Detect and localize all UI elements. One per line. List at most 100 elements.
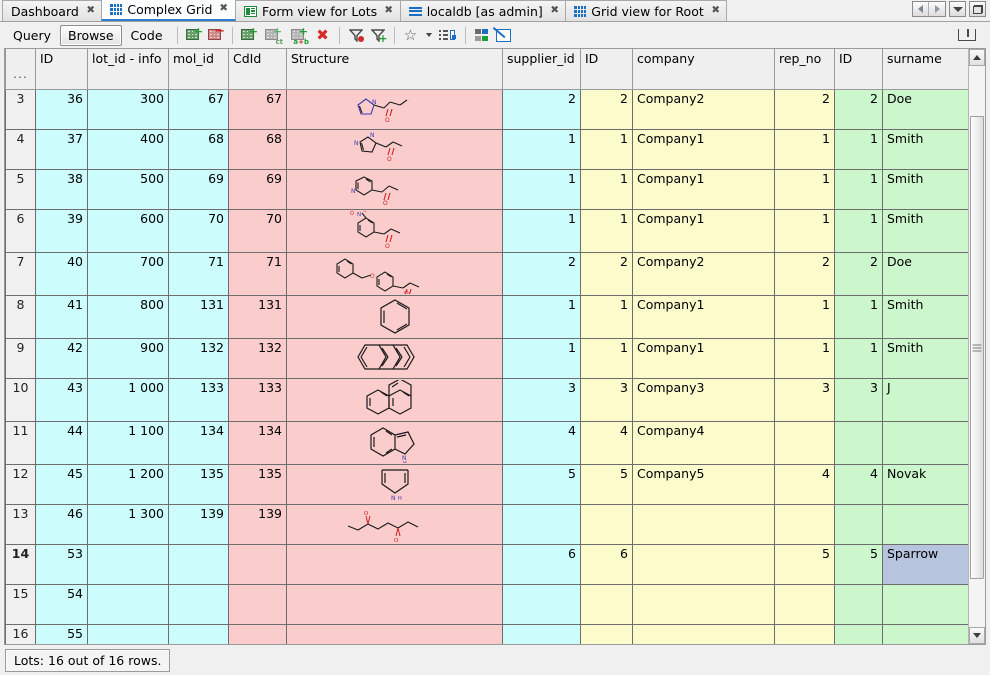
close-icon[interactable]: ✖ — [220, 4, 229, 14]
add-row-button[interactable]: + — [183, 25, 205, 46]
cell-id[interactable]: 55 — [36, 624, 88, 644]
column-header-lot_id[interactable]: lot_id - info — [88, 49, 169, 89]
cell-mol_id[interactable]: 132 — [169, 338, 229, 378]
row-number[interactable]: 12 — [6, 464, 36, 504]
table-row[interactable]: 5385006969NO11Company111Smith — [6, 169, 969, 209]
mode-code-button[interactable]: Code — [124, 26, 170, 45]
cell-rep_id[interactable] — [835, 421, 883, 464]
row-number[interactable]: 4 — [6, 129, 36, 169]
cell-supplier_id[interactable]: 1 — [503, 209, 581, 252]
cell-company[interactable] — [633, 584, 775, 624]
cell-lot_id[interactable]: 400 — [88, 129, 169, 169]
cell-mol_id[interactable]: 68 — [169, 129, 229, 169]
cell-rep_no[interactable]: 1 — [775, 295, 835, 338]
cell-structure[interactable]: NH — [287, 464, 503, 504]
cell-id[interactable]: 45 — [36, 464, 88, 504]
table-row[interactable]: 7407007171OO22Company222Doe — [6, 252, 969, 295]
cell-cdid[interactable]: 132 — [229, 338, 287, 378]
close-icon[interactable]: ✖ — [550, 6, 559, 16]
vertical-scrollbar[interactable] — [968, 49, 985, 644]
cell-surname[interactable]: Sparrow — [883, 544, 969, 584]
cell-rep_id[interactable]: 2 — [835, 252, 883, 295]
cell-structure[interactable]: OO — [287, 252, 503, 295]
add-text-column-button[interactable]: + a+b — [286, 25, 312, 46]
cell-company[interactable]: Company1 — [633, 129, 775, 169]
cell-mol_id[interactable] — [169, 544, 229, 584]
cell-rep_id[interactable]: 5 — [835, 544, 883, 584]
add-calculated-column-button[interactable]: + ct — [260, 25, 286, 46]
cell-lot_id[interactable]: 1 200 — [88, 464, 169, 504]
table-row[interactable]: 1655 — [6, 624, 969, 644]
delete-row-button[interactable]: − — [205, 25, 227, 46]
cell-id[interactable]: 44 — [36, 421, 88, 464]
cell-surname[interactable]: Smith — [883, 338, 969, 378]
cell-id[interactable]: 54 — [36, 584, 88, 624]
close-icon[interactable]: ✖ — [86, 6, 95, 16]
cell-structure[interactable] — [287, 378, 503, 421]
row-number[interactable]: 16 — [6, 624, 36, 644]
cell-mol_id[interactable]: 135 — [169, 464, 229, 504]
cell-lot_id[interactable]: 1 000 — [88, 378, 169, 421]
cell-sup_id[interactable] — [581, 504, 633, 544]
scrollbar-thumb[interactable] — [970, 116, 984, 579]
cell-lot_id[interactable] — [88, 544, 169, 584]
cell-company[interactable]: Company1 — [633, 209, 775, 252]
tab-grid-view-for-root[interactable]: Grid view for Root ✖ — [565, 0, 727, 21]
cell-sup_id[interactable]: 1 — [581, 338, 633, 378]
cell-id[interactable]: 38 — [36, 169, 88, 209]
cell-mol_id[interactable]: 134 — [169, 421, 229, 464]
cell-lot_id[interactable]: 1 300 — [88, 504, 169, 544]
restore-window-button[interactable] — [969, 1, 986, 17]
close-icon[interactable]: ✖ — [711, 6, 720, 16]
cell-supplier_id[interactable]: 4 — [503, 421, 581, 464]
cell-lot_id[interactable] — [88, 584, 169, 624]
cell-surname[interactable] — [883, 504, 969, 544]
cell-rep_id[interactable]: 1 — [835, 169, 883, 209]
cell-company[interactable]: Company4 — [633, 421, 775, 464]
cell-sup_id[interactable]: 1 — [581, 295, 633, 338]
cell-supplier_id[interactable]: 5 — [503, 464, 581, 504]
cell-structure[interactable] — [287, 584, 503, 624]
cell-sup_id[interactable]: 1 — [581, 209, 633, 252]
table-row[interactable]: 14536655Sparrow — [6, 544, 969, 584]
table-row[interactable]: 12451 200135135NH55Company544Novak — [6, 464, 969, 504]
cell-company[interactable]: Company2 — [633, 89, 775, 129]
cell-company[interactable] — [633, 624, 775, 644]
cell-cdid[interactable]: 139 — [229, 504, 287, 544]
cell-lot_id[interactable]: 1 100 — [88, 421, 169, 464]
cell-cdid[interactable]: 71 — [229, 252, 287, 295]
cell-lot_id[interactable]: 500 — [88, 169, 169, 209]
cell-rep_id[interactable]: 1 — [835, 209, 883, 252]
column-header-rep_no[interactable]: rep_no — [775, 49, 835, 89]
cell-sup_id[interactable]: 1 — [581, 169, 633, 209]
cell-id[interactable]: 37 — [36, 129, 88, 169]
cell-surname[interactable]: Doe — [883, 89, 969, 129]
row-number[interactable]: 7 — [6, 252, 36, 295]
column-header-mol_id[interactable]: mol_id — [169, 49, 229, 89]
cell-rep_no[interactable]: 1 — [775, 129, 835, 169]
cell-id[interactable]: 46 — [36, 504, 88, 544]
column-header-cdid[interactable]: CdId — [229, 49, 287, 89]
cell-rep_id[interactable] — [835, 504, 883, 544]
cell-rep_no[interactable]: 5 — [775, 544, 835, 584]
save-view-button[interactable] — [434, 25, 460, 46]
cell-cdid[interactable] — [229, 584, 287, 624]
cell-lot_id[interactable]: 800 — [88, 295, 169, 338]
open-in-new-window-button[interactable] — [493, 25, 515, 46]
table-row[interactable]: 4374006868NNO11Company111Smith — [6, 129, 969, 169]
cell-id[interactable]: 42 — [36, 338, 88, 378]
add-column-button[interactable]: + — [238, 25, 260, 46]
cell-rep_id[interactable]: 1 — [835, 129, 883, 169]
cell-company[interactable] — [633, 544, 775, 584]
row-number[interactable]: 9 — [6, 338, 36, 378]
cell-rep_no[interactable]: 1 — [775, 338, 835, 378]
cell-sup_id[interactable] — [581, 584, 633, 624]
cell-mol_id[interactable] — [169, 584, 229, 624]
cell-mol_id[interactable] — [169, 624, 229, 644]
cell-id[interactable]: 40 — [36, 252, 88, 295]
nav-buttons[interactable] — [912, 1, 946, 17]
cell-id[interactable]: 43 — [36, 378, 88, 421]
cell-sup_id[interactable]: 2 — [581, 252, 633, 295]
cell-rep_id[interactable] — [835, 584, 883, 624]
cell-structure[interactable]: NNO — [287, 129, 503, 169]
